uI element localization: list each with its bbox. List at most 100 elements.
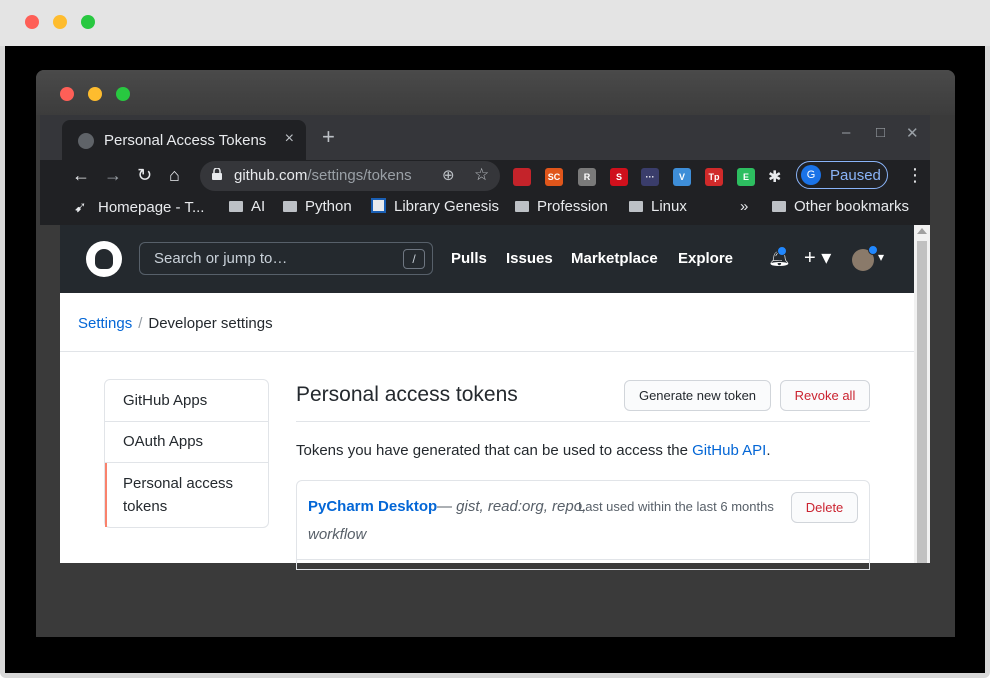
breadcrumb-settings-link[interactable]: Settings [78,315,132,332]
tab-close-icon[interactable]: × [285,130,294,148]
url-path: /settings/tokens [307,167,412,184]
evernote-icon[interactable]: E [737,168,755,186]
back-icon[interactable]: ← [72,165,90,186]
home-icon[interactable]: ⌂ [169,165,180,186]
revoke-all-button[interactable]: Revoke all [780,380,870,411]
scroll-thumb[interactable] [917,241,927,563]
delete-token-button[interactable]: Delete [791,492,858,523]
zoom-icon[interactable]: ⊕ [442,166,455,184]
bookmark-label: Homepage - T... [98,199,205,216]
url-text: github.com/settings/tokens [234,167,412,184]
inner-close-icon[interactable] [60,87,74,101]
bookmark-label: Profession [537,198,608,215]
breadcrumb-separator: / [138,315,143,332]
page-scrollbar[interactable] [914,225,930,563]
tp-extension-icon[interactable]: Tp [705,168,723,186]
lock-icon [212,168,222,180]
homepage-favicon-icon: ➹ [74,199,87,216]
folder-icon [515,201,529,212]
token-last-used: Last used within the last 6 months [578,499,774,514]
folder-icon [283,201,297,212]
reader-icon[interactable]: R [578,168,596,186]
ublock-icon[interactable] [513,168,531,186]
sidebar-item-github-apps[interactable]: GitHub Apps [105,380,268,421]
tab-title: Personal Access Tokens [104,132,267,149]
sidebar-item-personal-access-tokens[interactable]: Personal access tokens [105,463,268,527]
bookmark-star-icon[interactable]: ☆ [474,165,489,185]
notification-indicator [777,246,787,256]
new-tab-button[interactable]: + [322,124,335,150]
s-extension-icon[interactable]: S [610,168,628,186]
breadcrumb: Settings / Developer settings [78,315,273,332]
browser-toolbar: ← → ↻ ⌂ github.com/settings/tokens ⊕ ☆ S… [40,160,930,194]
create-new-menu-icon[interactable]: + ▾ [804,245,831,270]
extensions-puzzle-icon[interactable]: ✱ [768,167,781,187]
bookmark-library-genesis[interactable]: Library Genesis [371,198,499,215]
outer-minimize-icon[interactable] [53,15,67,29]
github-logo-icon[interactable] [86,241,122,277]
bookmark-folder-linux[interactable]: Linux [629,198,687,215]
window-restore-icon[interactable]: □ [876,124,885,141]
inner-maximize-icon[interactable] [116,87,130,101]
nav-explore[interactable]: Explore [678,250,733,267]
bookmark-label: Python [305,198,352,215]
token-name-link[interactable]: PyCharm Desktop [308,498,437,515]
bookmark-label: Other bookmarks [794,198,910,215]
profile-button[interactable]: G Paused [796,161,888,189]
bookmark-homepage[interactable]: ➹ Homepage - T... [74,198,204,216]
sidebar-item-oauth-apps[interactable]: OAuth Apps [105,422,268,463]
inner-minimize-icon[interactable] [88,87,102,101]
vivaldi-icon[interactable]: V [673,168,691,186]
profile-status: Paused [830,167,881,184]
sidebar-item-label: GitHub Apps [123,392,208,409]
outer-close-icon[interactable] [25,15,39,29]
nav-issues[interactable]: Issues [506,250,553,267]
github-favicon-icon [78,133,94,149]
page-title: Personal access tokens [296,383,518,406]
dots-extension-icon[interactable]: ··· [641,168,659,186]
window-close-icon[interactable]: ✕ [906,124,919,142]
bookmark-label: Linux [651,198,687,215]
bookmark-folder-python[interactable]: Python [283,198,352,215]
avatar-caret-icon[interactable]: ▾ [878,250,884,264]
bookmarks-overflow-icon[interactable]: » [740,198,748,215]
description-text: Tokens you have generated that can be us… [296,442,688,459]
description-suffix: . [766,442,771,459]
scroll-up-icon[interactable] [917,228,927,234]
bookmark-folder-profession[interactable]: Profession [515,198,608,215]
github-search-input[interactable]: Search or jump to… / [139,242,433,275]
divider [296,421,870,422]
outer-maximize-icon[interactable] [81,15,95,29]
breadcrumb-current: Developer settings [148,315,273,332]
bookmark-other-bookmarks[interactable]: Other bookmarks [772,198,909,215]
settings-page: Settings / Developer settings GitHub Apps … [60,293,914,570]
outer-titlebar [0,0,990,46]
sidebar-item-label: OAuth Apps [123,433,204,450]
library-genesis-icon [371,198,386,213]
token-scopes: — gist, read:org, repo, [437,498,587,515]
window-minimize-icon[interactable]: – [842,124,850,141]
github-api-link[interactable]: GitHub API [692,442,766,459]
soundcloud-icon[interactable]: SC [545,168,563,186]
address-bar[interactable]: github.com/settings/tokens ⊕ ☆ [200,161,500,191]
inner-titlebar [36,70,955,115]
browser-menu-icon[interactable]: ⋮ [906,165,924,186]
browser-tab[interactable]: Personal Access Tokens × [62,120,306,160]
nav-pulls[interactable]: Pulls [451,250,487,267]
forward-icon[interactable]: → [104,165,122,186]
generate-new-token-button[interactable]: Generate new token [624,380,771,411]
profile-avatar: G [801,165,821,185]
divider [60,351,914,352]
bookmark-folder-ai[interactable]: AI [229,198,265,215]
url-host: github.com [234,167,308,184]
bookmark-label: AI [251,198,266,215]
nav-marketplace[interactable]: Marketplace [571,250,658,267]
browser-chrome: Personal Access Tokens × + – □ ✕ ← → ↻ ⌂… [40,115,930,225]
token-scopes-continued: workflow [308,526,367,543]
reload-icon[interactable]: ↻ [137,165,152,186]
bookmarks-bar: ➹ Homepage - T... AI Python Library Genes… [40,194,930,225]
developer-settings-sidebar: GitHub Apps OAuth Apps Personal access t… [104,379,269,528]
sidebar-item-label: Personal access [123,475,234,492]
bookmark-label: Library Genesis [394,198,500,215]
folder-icon [229,201,243,212]
